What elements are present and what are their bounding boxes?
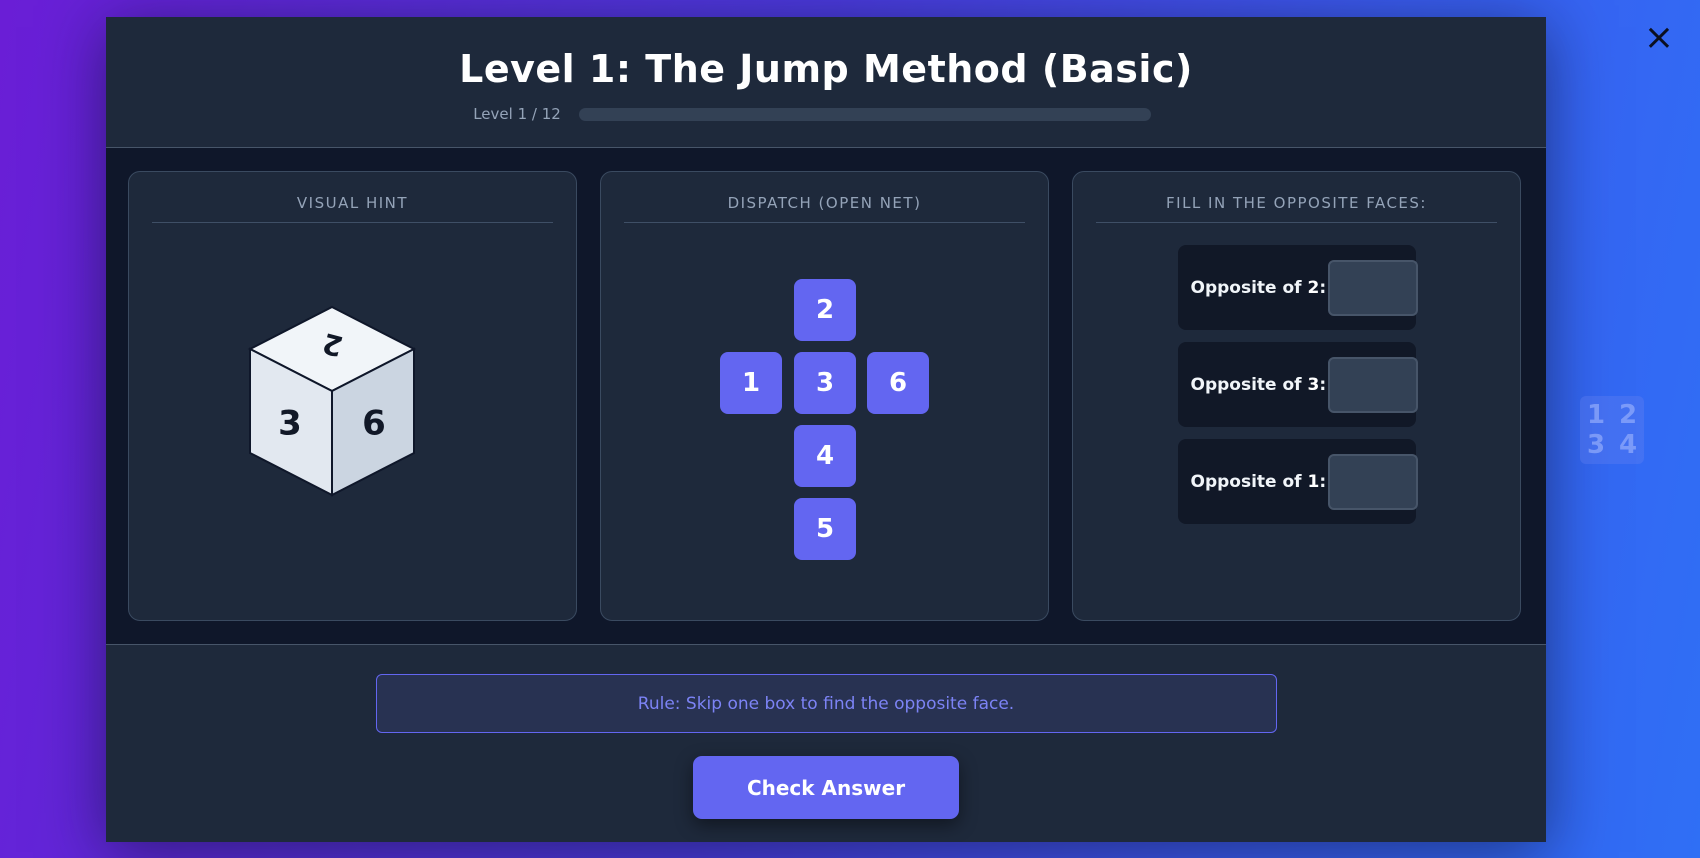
answer-row: Opposite of 3: xyxy=(1177,342,1419,427)
answer-list: Opposite of 2: Opposite of 3: Opposite o… xyxy=(1096,245,1497,536)
open-net: 2 1 3 6 4 5 xyxy=(624,223,1025,583)
cube-icon: 2 3 6 xyxy=(247,305,417,497)
level-title: Level 1: The Jump Method (Basic) xyxy=(459,47,1193,91)
main-area: VISUAL HINT 2 3 6 DISPATCH (OPEN NET) 2 … xyxy=(106,148,1546,645)
close-icon[interactable]: × xyxy=(1641,20,1677,56)
cube-hint: 2 3 6 xyxy=(152,223,553,583)
visual-hint-title: VISUAL HINT xyxy=(152,194,553,223)
progress-label: Level 1 / 12 xyxy=(473,105,561,123)
net-cell-left: 1 xyxy=(720,352,782,414)
side-digit: 1 xyxy=(1586,400,1606,430)
net-title: DISPATCH (OPEN NET) xyxy=(624,194,1025,223)
visual-hint-panel: VISUAL HINT 2 3 6 xyxy=(128,171,577,621)
level-modal: Level 1: The Jump Method (Basic) Level 1… xyxy=(106,17,1546,842)
answer-row: Opposite of 1: xyxy=(1177,439,1419,524)
numbers-grid-icon[interactable]: 1 2 3 4 xyxy=(1580,396,1644,464)
answer-suffix: : xyxy=(1319,277,1327,298)
opposite-of-1-input[interactable] xyxy=(1328,453,1419,510)
net-cell-bottom: 5 xyxy=(794,498,856,560)
answer-prefix: Opposite of xyxy=(1190,471,1308,492)
side-digit: 3 xyxy=(1586,430,1606,460)
opposite-of-2-input[interactable] xyxy=(1328,259,1419,316)
modal-footer: Rule: Skip one box to find the opposite … xyxy=(106,645,1546,819)
net-cell-top: 2 xyxy=(794,279,856,341)
answer-suffix: : xyxy=(1319,374,1327,395)
net-cell-lower: 4 xyxy=(794,425,856,487)
answer-prefix: Opposite of xyxy=(1190,374,1308,395)
answer-label: Opposite of 3: xyxy=(1191,375,1327,395)
net-panel: DISPATCH (OPEN NET) 2 1 3 6 4 5 xyxy=(600,171,1049,621)
answers-title: FILL IN THE OPPOSITE FACES: xyxy=(1096,194,1497,223)
net-cell-center: 3 xyxy=(794,352,856,414)
answer-number: 2 xyxy=(1307,277,1320,298)
net-cell-right: 6 xyxy=(867,352,929,414)
cube-left-number: 3 xyxy=(278,404,302,444)
answers-panel: FILL IN THE OPPOSITE FACES: Opposite of … xyxy=(1072,171,1521,621)
answer-number: 3 xyxy=(1307,374,1320,395)
check-answer-button[interactable]: Check Answer xyxy=(693,756,959,819)
answer-number: 1 xyxy=(1307,471,1320,492)
cube-right-number: 6 xyxy=(362,404,386,444)
rule-hint: Rule: Skip one box to find the opposite … xyxy=(375,674,1277,733)
progress-row: Level 1 / 12 xyxy=(473,105,1151,123)
answer-suffix: : xyxy=(1319,471,1327,492)
side-digit: 2 xyxy=(1618,400,1638,430)
answer-prefix: Opposite of xyxy=(1190,277,1308,298)
modal-header: Level 1: The Jump Method (Basic) Level 1… xyxy=(106,17,1546,148)
opposite-of-3-input[interactable] xyxy=(1328,356,1419,413)
progress-bar xyxy=(578,107,1151,121)
side-digit: 4 xyxy=(1618,430,1638,460)
answer-label: Opposite of 2: xyxy=(1191,278,1327,298)
answer-row: Opposite of 2: xyxy=(1177,245,1419,330)
answer-label: Opposite of 1: xyxy=(1191,472,1327,492)
